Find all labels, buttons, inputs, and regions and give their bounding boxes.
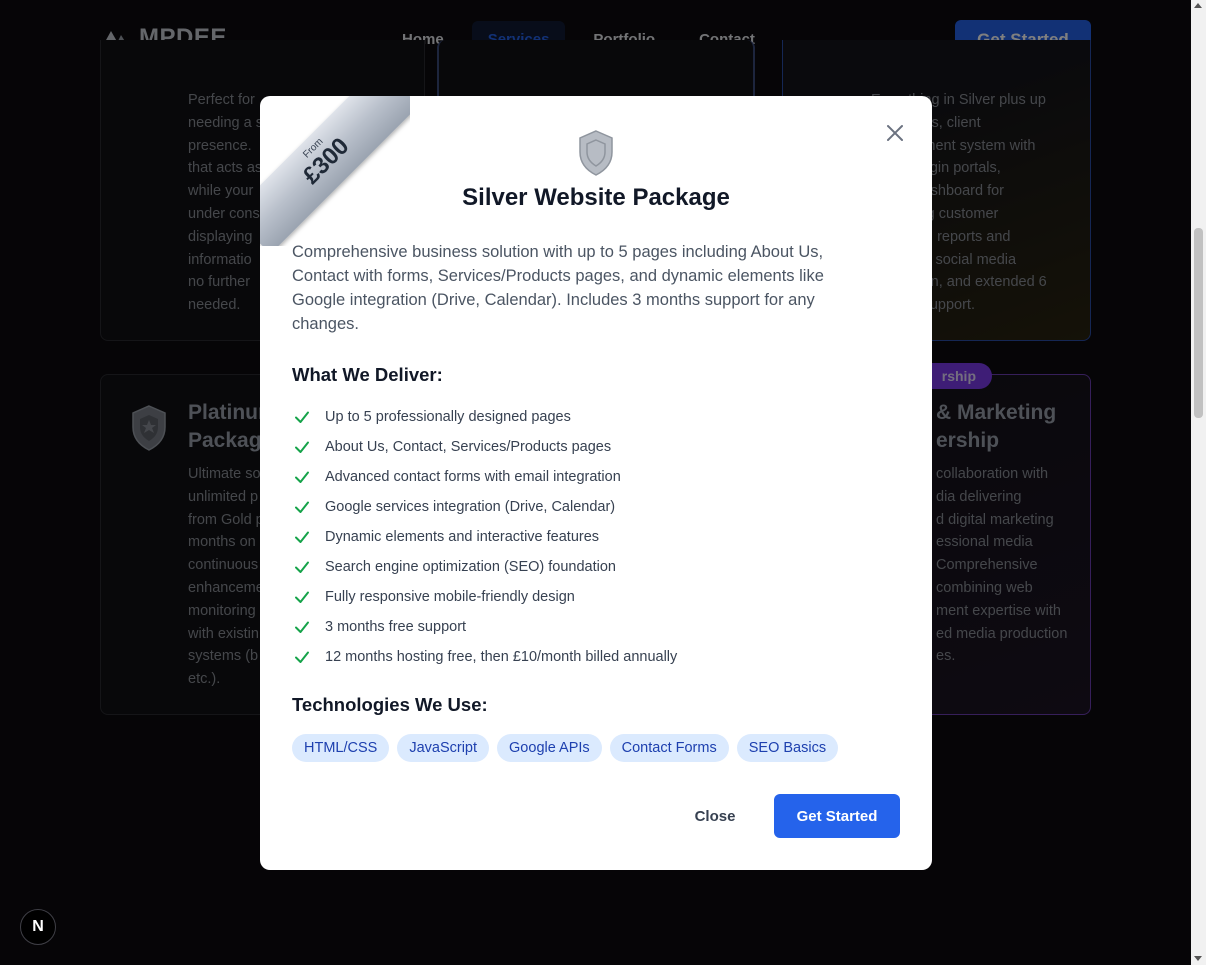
modal-description: Comprehensive business solution with up … bbox=[292, 243, 824, 333]
tech-tag: Google APIs bbox=[497, 734, 602, 762]
scroll-up-arrow-icon[interactable] bbox=[1194, 3, 1202, 8]
list-item: Advanced contact forms with email integr… bbox=[292, 462, 677, 492]
check-icon bbox=[295, 471, 309, 483]
feature-text: 3 months free support bbox=[325, 619, 467, 635]
feature-text: 12 months hosting free, then £10/month b… bbox=[325, 649, 678, 665]
check-icon bbox=[295, 591, 309, 603]
check-icon bbox=[295, 651, 309, 663]
get-started-button[interactable]: Get Started bbox=[774, 794, 900, 838]
list-item: Dynamic elements and interactive feature… bbox=[292, 522, 677, 552]
next-logo-icon[interactable]: N bbox=[20, 909, 56, 945]
close-button[interactable]: Close bbox=[680, 794, 750, 838]
list-item: Google services integration (Drive, Cale… bbox=[292, 492, 677, 522]
list-item: Up to 5 professionally designed pages bbox=[292, 402, 677, 432]
feature-text: Advanced contact forms with email integr… bbox=[325, 469, 621, 485]
feature-text: Google services integration (Drive, Cale… bbox=[325, 499, 616, 515]
check-icon bbox=[295, 501, 309, 513]
feature-list: Up to 5 professionally designed pages Ab… bbox=[292, 402, 677, 672]
tech-tag: Contact Forms bbox=[609, 734, 729, 762]
feature-text: Search engine optimization (SEO) foundat… bbox=[325, 559, 616, 575]
shield-icon bbox=[579, 130, 613, 176]
list-item: 3 months free support bbox=[292, 612, 677, 642]
tech-tags: HTML/CSS JavaScript Google APIs Contact … bbox=[292, 734, 839, 762]
tech-tag: SEO Basics bbox=[736, 734, 839, 762]
list-item: 12 months hosting free, then £10/month b… bbox=[292, 642, 677, 672]
feature-text: Fully responsive mobile-friendly design bbox=[325, 589, 575, 605]
page-scrollbar[interactable] bbox=[1191, 0, 1206, 965]
list-item: Fully responsive mobile-friendly design bbox=[292, 582, 677, 612]
feature-text: Up to 5 professionally designed pages bbox=[325, 409, 571, 425]
tech-heading: Technologies We Use: bbox=[292, 694, 488, 715]
tech-tag: JavaScript bbox=[397, 734, 490, 762]
check-icon bbox=[295, 621, 309, 633]
list-item: About Us, Contact, Services/Products pag… bbox=[292, 432, 677, 462]
close-icon[interactable] bbox=[884, 122, 906, 144]
feature-text: About Us, Contact, Services/Products pag… bbox=[325, 439, 612, 455]
feature-text: Dynamic elements and interactive feature… bbox=[325, 529, 600, 545]
package-modal: From £300 Silver Website Package Compreh… bbox=[260, 96, 932, 870]
check-icon bbox=[295, 561, 309, 573]
deliver-heading: What We Deliver: bbox=[292, 364, 443, 385]
scroll-down-arrow-icon[interactable] bbox=[1194, 956, 1202, 961]
modal-title: Silver Website Package bbox=[462, 184, 730, 211]
check-icon bbox=[295, 441, 309, 453]
price-ribbon: From £300 bbox=[260, 96, 410, 246]
tech-tag: HTML/CSS bbox=[292, 734, 390, 762]
scrollbar-thumb[interactable] bbox=[1194, 228, 1203, 418]
list-item: Search engine optimization (SEO) foundat… bbox=[292, 552, 677, 582]
check-icon bbox=[295, 531, 309, 543]
check-icon bbox=[295, 411, 309, 423]
